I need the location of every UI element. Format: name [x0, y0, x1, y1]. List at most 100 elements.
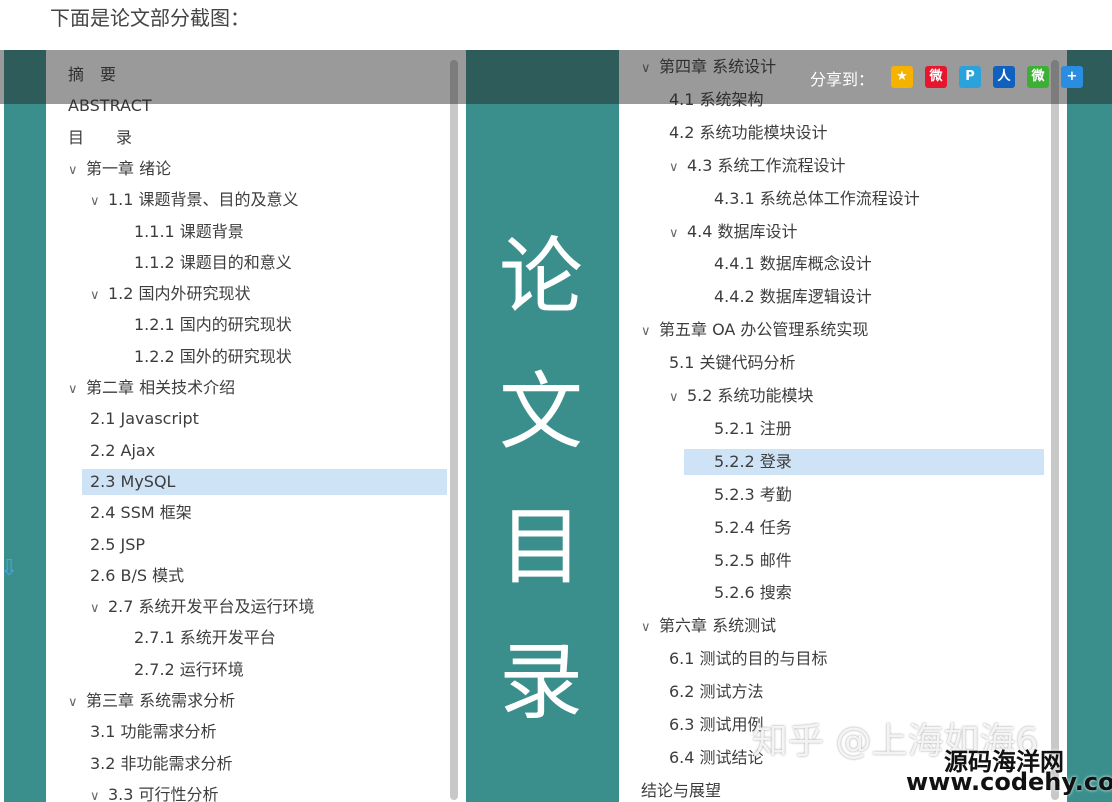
toc-entry[interactable]: ∨ 第五章 OA 办公管理系统实现 [641, 317, 868, 343]
qzone-icon[interactable]: ★ [891, 66, 913, 88]
download-icon[interactable]: ⇩ [0, 556, 18, 581]
big-title-char-3: 目 [498, 498, 583, 596]
toc-entry[interactable]: 1.1.2 课题目的和意义 [134, 250, 292, 276]
toc-entry-label: 2.7.2 运行环境 [134, 659, 244, 679]
toc-entry[interactable]: 4.2 系统功能模块设计 [669, 120, 828, 146]
toc-entry-label: 1.2 国内外研究现状 [108, 284, 251, 304]
left-toc-panel: 摘 要 ABSTRACT 目 录 ∨ 第一章 绪论 ∨ 1.1 课题背景、目的及意义 1.1.… [46, 50, 466, 802]
toc-entry[interactable]: 3.2 非功能需求分析 [90, 751, 233, 777]
toc-entry[interactable]: 结论与展望 [641, 778, 721, 802]
toc-entry[interactable]: ∨ 1.1 课题背景、目的及意义 [90, 187, 299, 213]
toc-entry[interactable]: ∨ 4.4 数据库设计 [669, 219, 798, 245]
toc-entry[interactable]: 2.6 B/S 模式 [90, 563, 184, 589]
chevron-down-icon[interactable]: ∨ [68, 377, 86, 403]
toc-entry-label: 6.4 测试结论 [669, 747, 764, 767]
toc-entry[interactable]: 2.4 SSM 框架 [90, 500, 192, 526]
toc-entry[interactable]: 2.2 Ajax [90, 438, 155, 464]
toc-entry[interactable]: ∨ 第六章 系统测试 [641, 613, 776, 639]
toc-entry-label: 2.7.1 系统开发平台 [134, 628, 276, 648]
toc-entry[interactable]: ∨ 第三章 系统需求分析 [68, 688, 235, 714]
toc-entry[interactable]: 1.1.1 课题背景 [134, 219, 244, 245]
toc-entry[interactable]: ∨ 第二章 相关技术介绍 [68, 375, 235, 401]
toc-entry-label: 第三章 系统需求分析 [86, 691, 236, 710]
toc-entry[interactable]: 5.2.2 登录 [684, 448, 1044, 475]
site-watermark-url: www.codehy.com [906, 768, 1112, 796]
toc-entry[interactable]: 6.4 测试结论 [669, 745, 764, 771]
toc-entry[interactable]: 5.2.3 考勤 [714, 482, 792, 508]
toc-entry[interactable]: 4.4.1 数据库概念设计 [714, 251, 872, 277]
toc-entry[interactable]: 2.7.2 运行环境 [134, 657, 244, 683]
toc-entry[interactable]: ∨ 4.3 系统工作流程设计 [669, 153, 846, 179]
toc-entry-label: 1.2.2 国外的研究现状 [134, 346, 292, 366]
toc-entry[interactable]: ∨ 5.2 系统功能模块 [669, 383, 814, 409]
toc-entry[interactable]: 1.2.1 国内的研究现状 [134, 312, 292, 338]
toc-entry-label: 第六章 系统测试 [659, 616, 777, 636]
chevron-down-icon[interactable]: ∨ [669, 385, 687, 411]
renren-icon[interactable]: 人 [993, 66, 1015, 88]
toc-entry-label: 4.4.2 数据库逻辑设计 [714, 287, 872, 307]
toc-entry-label: 结论与展望 [641, 780, 722, 800]
toc-entry-label: 2.5 JSP [90, 534, 146, 554]
toc-entry-label: 2.6 B/S 模式 [90, 565, 185, 585]
toc-entry[interactable]: 6.2 测试方法 [669, 679, 764, 705]
chevron-down-icon[interactable]: ∨ [641, 615, 659, 641]
toc-entry-label: 4.2 系统功能模块设计 [669, 122, 828, 142]
toc-entry[interactable]: ∨ 2.7 系统开发平台及运行环境 [90, 594, 315, 620]
toc-entry[interactable]: 4.4.2 数据库逻辑设计 [714, 284, 872, 310]
toc-entry-label: 2.2 Ajax [90, 440, 156, 460]
right-scrollbar[interactable] [1051, 60, 1059, 800]
toc-entry[interactable]: 6.3 测试用例 [669, 712, 764, 738]
left-scrollbar[interactable] [450, 60, 458, 800]
toc-entry[interactable]: 2.1 Javascript [90, 406, 199, 432]
chevron-down-icon[interactable]: ∨ [90, 283, 108, 309]
chevron-down-icon[interactable]: ∨ [669, 221, 687, 247]
toc-entry[interactable]: 5.2.4 任务 [714, 515, 792, 541]
chevron-down-icon[interactable]: ∨ [68, 158, 86, 184]
toc-entry[interactable]: 2.3 MySQL [82, 468, 447, 495]
more-icon[interactable]: + [1061, 66, 1083, 88]
toc-entry[interactable]: 2.5 JSP [90, 532, 145, 558]
big-title-char-1: 论 [498, 228, 583, 326]
toc-entry-label: 6.2 测试方法 [669, 682, 764, 702]
caption: 下面是论文部分截图： [50, 6, 250, 30]
toc-entry-label: 5.2.3 考勤 [714, 484, 792, 504]
toc-entry[interactable]: ∨ 第一章 绪论 [68, 156, 171, 182]
toc-entry[interactable]: 4.3.1 系统总体工作流程设计 [714, 186, 920, 212]
chevron-down-icon[interactable]: ∨ [90, 784, 108, 802]
toc-entry-label: 5.1 关键代码分析 [669, 353, 796, 373]
chevron-down-icon[interactable]: ∨ [90, 596, 108, 622]
toc-entry[interactable]: ∨ 3.3 可行性分析 [90, 782, 219, 802]
toc-entry-label: 5.2.6 搜索 [714, 583, 792, 603]
toc-entry-label: 4.3.1 系统总体工作流程设计 [714, 188, 920, 208]
toc-entry-label: 3.1 功能需求分析 [90, 722, 217, 742]
toc-entry[interactable]: ∨ 1.2 国内外研究现状 [90, 281, 251, 307]
chevron-down-icon[interactable]: ∨ [669, 155, 687, 181]
wechat-icon[interactable]: 微 [1027, 66, 1049, 88]
chevron-down-icon[interactable]: ∨ [641, 319, 659, 345]
toc-entry-label: 2.1 Javascript [90, 409, 199, 429]
big-title-char-4: 录 [498, 633, 583, 731]
toc-entry-label: 1.2.1 国内的研究现状 [134, 315, 292, 335]
weibo-icon[interactable]: 微 [925, 66, 947, 88]
toc-entry[interactable]: 2.7.1 系统开发平台 [134, 625, 276, 651]
toc-entry[interactable]: 5.2.5 邮件 [714, 548, 792, 574]
share-bar: 分享到： ★ 微 P 人微 + [0, 50, 1112, 104]
chevron-down-icon[interactable]: ∨ [68, 690, 86, 716]
tencent-icon[interactable]: P [959, 66, 981, 88]
chevron-down-icon[interactable]: ∨ [90, 189, 108, 215]
toc-entry[interactable]: 5.1 关键代码分析 [669, 350, 796, 376]
toc-entry[interactable]: 5.2.6 搜索 [714, 580, 792, 606]
toc-entry-label: 第二章 相关技术介绍 [86, 378, 236, 397]
toc-entry-label: 5.2 系统功能模块 [687, 386, 814, 405]
toc-entry[interactable]: 6.1 测试的目的与目标 [669, 646, 828, 672]
toc-entry-label: 2.7 系统开发平台及运行环境 [108, 597, 315, 617]
toc-entry-label: 4.4 数据库设计 [687, 221, 798, 241]
toc-entry[interactable]: 1.2.2 国外的研究现状 [134, 344, 292, 370]
toc-entry-label: 3.2 非功能需求分析 [90, 753, 233, 773]
toc-entry-label: 5.2.4 任务 [714, 517, 792, 537]
toc-entry-label: 1.1 课题背景、目的及意义 [108, 190, 299, 210]
toc-entry[interactable]: 3.1 功能需求分析 [90, 719, 217, 745]
toc-entry-label: 6.3 测试用例 [669, 715, 764, 734]
toc-entry[interactable]: 5.2.1 注册 [714, 416, 792, 442]
toc-entry[interactable]: 目 录 [68, 125, 132, 151]
